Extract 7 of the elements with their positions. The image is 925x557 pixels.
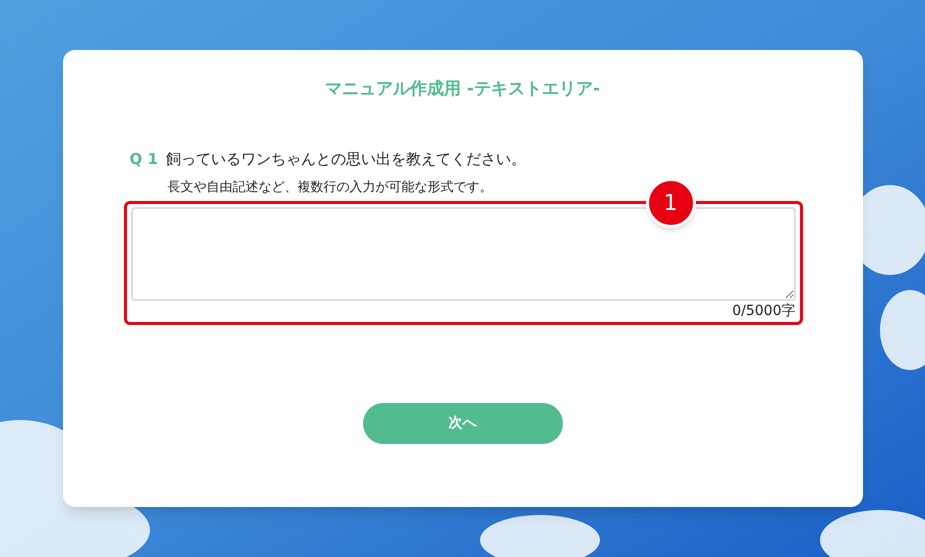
next-button[interactable]: 次へ: [362, 402, 562, 444]
character-counter: 0/5000字: [732, 302, 796, 320]
question-description: 長文や自由記述など、複数行の入力が可能な形式です。: [168, 179, 492, 197]
annotation-badge: 1: [646, 178, 696, 228]
question-text: 飼っているワンちゃんとの思い出を教えてください。: [166, 148, 526, 170]
form-title: マニュアル作成用 -テキストエリア-: [324, 78, 600, 101]
question-number: Q 1: [130, 148, 158, 170]
